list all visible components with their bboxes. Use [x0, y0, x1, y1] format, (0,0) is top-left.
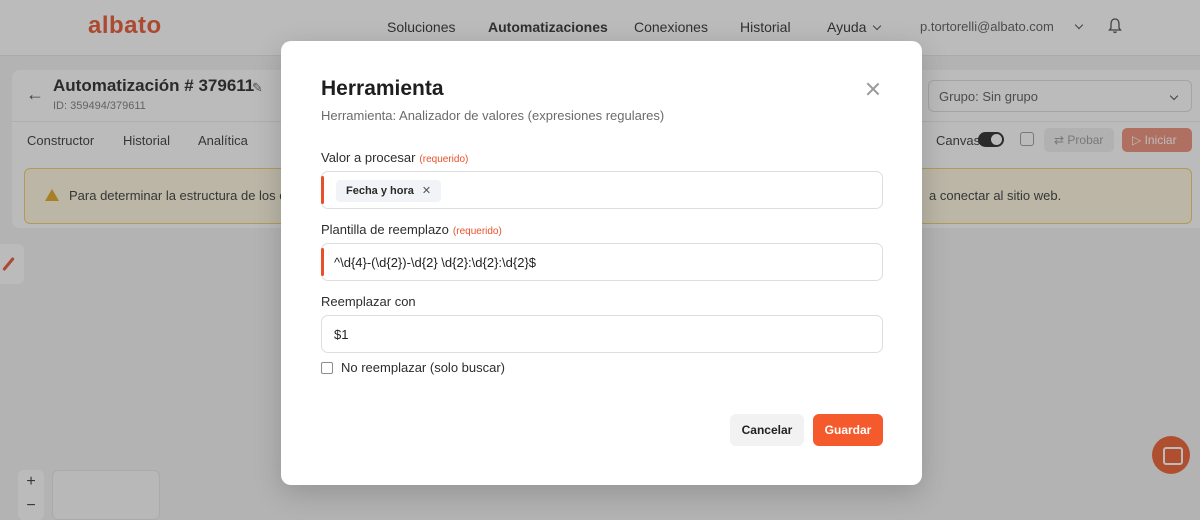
cancel-button[interactable]: Cancelar	[730, 414, 804, 446]
field-label-plantilla-text: Plantilla de reemplazo	[321, 222, 449, 237]
remove-chip-icon[interactable]: ✕	[422, 185, 431, 197]
tool-modal: Herramienta Herramienta: Analizador de v…	[281, 41, 922, 485]
close-icon[interactable]	[865, 81, 881, 97]
plantilla-field[interactable]: ^\d{4}-(\d{2})-\d{2} \d{2}:\d{2}:\d{2}$	[321, 243, 883, 281]
reemplazar-value: $1	[334, 327, 349, 342]
save-button[interactable]: Guardar	[813, 414, 883, 446]
reemplazar-field[interactable]: $1	[321, 315, 883, 353]
modal-title: Herramienta	[321, 77, 444, 100]
field-label-plantilla: Plantilla de reemplazo (requerido)	[321, 222, 502, 237]
no-replace-label[interactable]: No reemplazar (solo buscar)	[341, 360, 505, 375]
modal-subtitle: Herramienta: Analizador de valores (expr…	[321, 108, 665, 123]
required-marker: (requerido)	[419, 154, 469, 165]
plantilla-value: ^\d{4}-(\d{2})-\d{2} \d{2}:\d{2}:\d{2}$	[334, 255, 537, 270]
field-label-reemplazar: Reemplazar con	[321, 294, 416, 309]
no-replace-checkbox[interactable]	[321, 362, 333, 374]
field-label-valor-text: Valor a procesar	[321, 150, 416, 165]
field-label-valor: Valor a procesar (requerido)	[321, 150, 468, 165]
required-marker: (requerido)	[452, 226, 502, 237]
chip-label: Fecha y hora	[346, 185, 414, 197]
variable-chip[interactable]: Fecha y hora ✕	[336, 180, 442, 202]
valor-field[interactable]: Fecha y hora ✕	[321, 171, 883, 209]
